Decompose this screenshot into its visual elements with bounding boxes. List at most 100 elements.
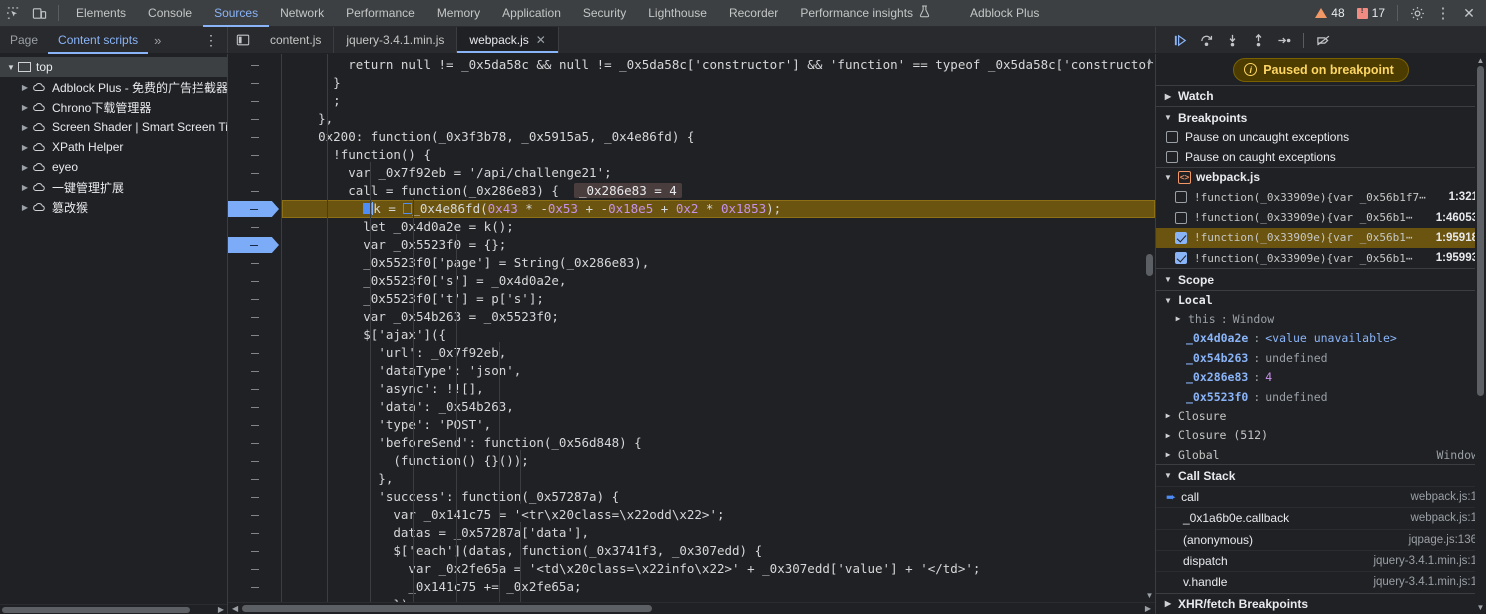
tree-node-chrono[interactable]: ▶ Chrono下载管理器 xyxy=(0,97,227,117)
call-stack-row[interactable]: dispatch jquery-3.4.1.min.js:1 xyxy=(1156,549,1486,571)
chevron-right-icon[interactable]: ▶ xyxy=(18,123,32,132)
chevron-left-icon[interactable]: ◀ xyxy=(228,604,242,613)
tab-elements[interactable]: Elements xyxy=(65,0,137,27)
code-line[interactable]: var _0x54b263 = _0x5523f0; xyxy=(282,308,1155,326)
tab-performance-insights[interactable]: Performance insights xyxy=(789,0,941,27)
code-line[interactable]: 'type': 'POST', xyxy=(282,416,1155,434)
gutter-line[interactable] xyxy=(228,434,281,452)
warning-count-badge[interactable]: 48 xyxy=(1309,6,1350,20)
gutter-line[interactable] xyxy=(228,380,281,398)
tree-node-adblock-plus[interactable]: ▶ Adblock Plus - 免费的广告拦截器 xyxy=(0,77,227,97)
chevron-up-icon[interactable]: ▲ xyxy=(1475,54,1486,65)
step-button[interactable] xyxy=(1272,28,1296,52)
code-line[interactable]: call = function(_0x286e83) { _0x286e83 =… xyxy=(282,182,1155,200)
gutter-line[interactable] xyxy=(228,524,281,542)
scope-group-closure-512[interactable]: ▶ Closure (512) xyxy=(1156,426,1486,445)
chevron-down-icon[interactable]: ▼ xyxy=(1163,275,1173,284)
code-line[interactable]: return null != _0x5da58c && null != _0x5… xyxy=(282,56,1155,74)
code-line[interactable]: }, xyxy=(282,110,1155,128)
scope-row-0x4d0a2e[interactable]: _0x4d0a2e: <value unavailable> xyxy=(1156,329,1486,348)
scope-group-closure[interactable]: ▶ Closure xyxy=(1156,406,1486,425)
close-icon[interactable]: ✕ xyxy=(536,33,546,47)
chevron-right-icon[interactable]: ▶ xyxy=(1163,450,1173,459)
chevron-down-icon[interactable]: ▼ xyxy=(1163,296,1173,305)
gutter-line[interactable] xyxy=(228,326,281,344)
gutter-line[interactable] xyxy=(228,92,281,110)
section-call-stack[interactable]: ▼ Call Stack xyxy=(1156,464,1486,485)
scrollbar-thumb[interactable] xyxy=(1146,254,1153,276)
code-line[interactable]: 'async': !![], xyxy=(282,380,1155,398)
file-tab-content-js[interactable]: content.js xyxy=(258,27,335,53)
tab-recorder[interactable]: Recorder xyxy=(718,0,789,27)
debugger-vertical-scrollbar[interactable]: ▲ ▼ xyxy=(1475,54,1486,614)
close-icon[interactable]: ✕ xyxy=(1456,0,1482,26)
tree-node-yijian-guanli[interactable]: ▶ 一键管理扩展 xyxy=(0,177,227,197)
breakpoint-marker[interactable] xyxy=(228,237,279,253)
gutter-line[interactable] xyxy=(228,128,281,146)
device-toolbar-icon[interactable] xyxy=(26,0,52,26)
gutter-line[interactable] xyxy=(228,290,281,308)
scrollbar-thumb[interactable] xyxy=(2,606,190,613)
gutter-line[interactable] xyxy=(228,272,281,290)
code-line[interactable]: _0x5523f0['t'] = p['s']; xyxy=(282,290,1155,308)
gutter-line[interactable] xyxy=(228,254,281,272)
code-line[interactable]: _0x5523f0['page'] = String(_0x286e83), xyxy=(282,254,1155,272)
chevron-up-icon[interactable]: ▲ xyxy=(1144,54,1155,65)
gutter-line[interactable] xyxy=(228,398,281,416)
code-line[interactable]: var _0x2fe65a = '<td\x20class=\x22info\x… xyxy=(282,560,1155,578)
tree-node-tampermonkey[interactable]: ▶ 篡改猴 xyxy=(0,197,227,217)
section-watch[interactable]: ▶ Watch xyxy=(1156,85,1486,106)
chevron-right-icon[interactable]: ▶ xyxy=(1163,431,1173,440)
code-line[interactable]: 'beforeSend': function(_0x56d848) { xyxy=(282,434,1155,452)
call-stack-row[interactable]: ➨ call webpack.js:1 xyxy=(1156,485,1486,507)
scope-local-group[interactable]: ▼ Local xyxy=(1156,289,1486,309)
inspect-icon[interactable] xyxy=(0,0,26,26)
code-line[interactable]: 'dataType': 'json', xyxy=(282,362,1155,380)
code-line[interactable]: 'data': _0x54b263, xyxy=(282,398,1155,416)
step-into-next-function-call-button[interactable] xyxy=(1220,28,1244,52)
chevron-down-icon[interactable]: ▼ xyxy=(1475,603,1486,612)
chevron-down-icon[interactable]: ▼ xyxy=(1144,591,1155,600)
breakpoint-row[interactable]: !function(_0x33909e){var _0x56b1f7⋯ 1:32… xyxy=(1156,187,1486,207)
pause-on-caught-exceptions-row[interactable]: Pause on caught exceptions xyxy=(1156,147,1486,166)
file-tab-jquery[interactable]: jquery-3.4.1.min.js xyxy=(334,27,458,53)
gutter-line[interactable] xyxy=(228,506,281,524)
breakpoint-marker[interactable] xyxy=(228,201,279,217)
more-tabs-icon[interactable]: » xyxy=(148,33,167,48)
call-stack-row[interactable]: v.handle jquery-3.4.1.min.js:1 xyxy=(1156,571,1486,592)
code-line[interactable]: ; xyxy=(282,92,1155,110)
gutter-line[interactable] xyxy=(228,56,281,74)
show-navigator-icon[interactable] xyxy=(228,27,258,53)
gutter-line[interactable] xyxy=(228,218,281,236)
chevron-down-icon[interactable]: ▼ xyxy=(1163,173,1173,182)
gear-icon[interactable] xyxy=(1404,0,1430,26)
tab-performance[interactable]: Performance xyxy=(335,0,426,27)
chevron-right-icon[interactable]: ▶ xyxy=(18,203,32,212)
call-stack-row[interactable]: (anonymous) jqpage.js:136 xyxy=(1156,528,1486,550)
code-line[interactable]: datas = _0x57287a['data'], xyxy=(282,524,1155,542)
call-stack-row[interactable]: _0x1a6b0e.callback webpack.js:1 xyxy=(1156,507,1486,528)
resume-script-execution-button[interactable] xyxy=(1168,28,1192,52)
code-line[interactable]: var _0x7f92eb = '/api/challenge21'; xyxy=(282,164,1155,182)
code-line[interactable]: 0x200: function(_0x3f3b78, _0x5915a5, _0… xyxy=(282,128,1155,146)
error-count-badge[interactable]: 17 xyxy=(1351,5,1391,20)
scope-row-0x5523f0[interactable]: _0x5523f0: undefined xyxy=(1156,387,1486,406)
tab-memory[interactable]: Memory xyxy=(426,0,491,27)
code-line[interactable]: var _0x5523f0 = {}; xyxy=(282,236,1155,254)
scrollbar-thumb[interactable] xyxy=(1477,66,1484,396)
code-line[interactable]: 'url': _0x7f92eb, xyxy=(282,344,1155,362)
code-line[interactable]: _0x141c75 += _0x2fe65a; xyxy=(282,578,1155,596)
scope-group-global[interactable]: ▶ Global Window xyxy=(1156,445,1486,464)
tab-console[interactable]: Console xyxy=(137,0,203,27)
chevron-right-icon[interactable]: ▶ xyxy=(18,103,32,112)
code-line[interactable]: $['ajax']({ xyxy=(282,326,1155,344)
chevron-down-icon[interactable]: ▼ xyxy=(1163,113,1173,122)
gutter-line[interactable] xyxy=(228,164,281,182)
chevron-right-icon[interactable]: ▶ xyxy=(18,163,32,172)
chevron-right-icon[interactable]: ▶ xyxy=(1163,599,1173,608)
gutter-line[interactable] xyxy=(228,416,281,434)
breakpoint-row[interactable]: !function(_0x33909e){var _0x56b1⋯ 1:9591… xyxy=(1156,227,1486,249)
tree-node-screen-shader[interactable]: ▶ Screen Shader | Smart Screen Tint xyxy=(0,117,227,137)
nav-tab-page[interactable]: Page xyxy=(0,27,48,54)
gutter-line[interactable] xyxy=(228,182,281,200)
